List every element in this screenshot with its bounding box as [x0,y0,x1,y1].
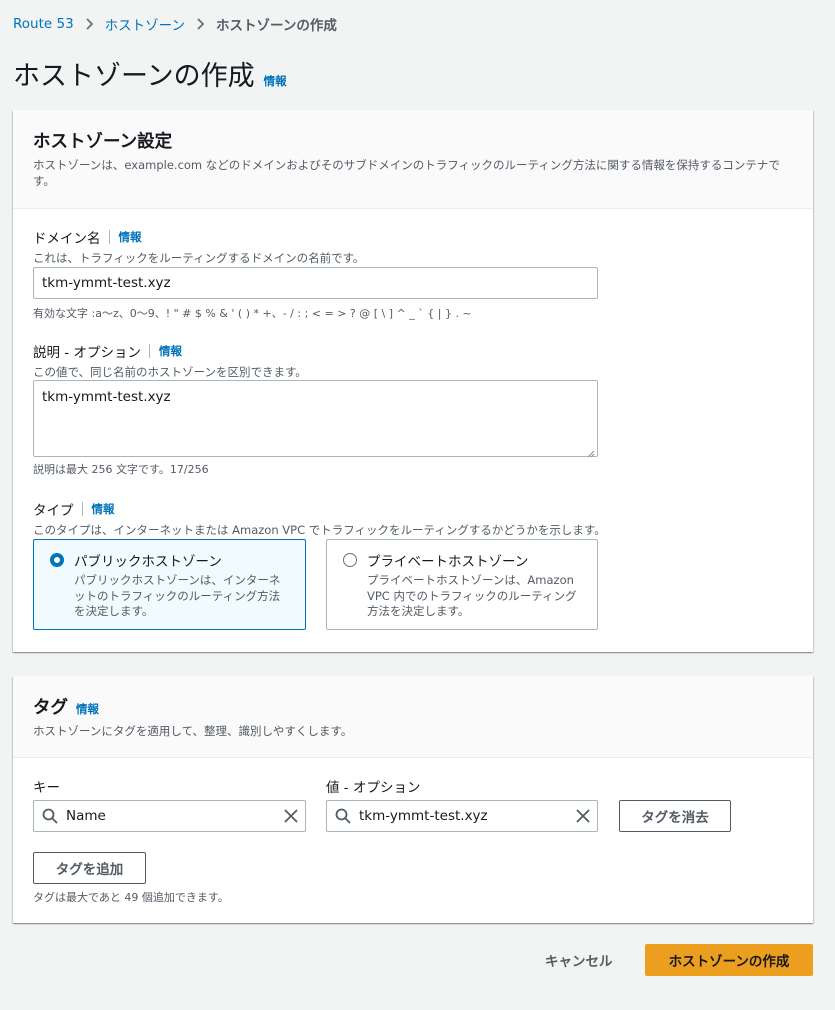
tag-value-value: tkm-ymmt-test.xyz [359,808,488,824]
type-info-link[interactable]: 情報 [92,501,115,517]
clear-icon[interactable] [283,808,299,824]
radio-public-title: パブリックホストゾーン [74,554,222,570]
breadcrumb: Route 53 ホストゾーン ホストゾーンの作成 [13,14,337,34]
create-hosted-zone-button[interactable]: ホストゾーンの作成 [645,944,813,976]
type-description: このタイプは、インターネットまたは Amazon VPC でトラフィックをルーテ… [33,523,606,537]
breadcrumb-route53-link[interactable]: Route 53 [13,16,74,32]
panel-description: ホストゾーンは、example.com などのドメインおよびそのサブドメインのト… [33,158,780,188]
tags-title: タグ [33,698,68,718]
domain-name-info-link[interactable]: 情報 [119,229,142,245]
add-tag-button[interactable]: タグを追加 [33,852,146,884]
domain-name-description: これは、トラフィックをルーティングするドメインの名前です。 [33,251,365,265]
search-icon [335,808,351,824]
tags-title-row: タグ 情報 [33,694,793,719]
page-header: ホストゾーンの作成 情報 [13,54,287,93]
domain-name-input[interactable]: tkm-ymmt-test.xyz [33,267,598,299]
tags-description: ホストゾーンにタグを適用して、整理、識別しやすくします。 [33,724,353,738]
tag-key-input[interactable]: Name [33,800,306,832]
comment-textarea-value: tkm-ymmt-test.xyz [42,389,171,405]
comment-info-link[interactable]: 情報 [159,343,182,359]
domain-name-label: ドメイン名 [33,231,101,247]
comment-description: この値で、同じ名前のホストゾーンを区別できます。 [33,365,307,379]
radio-public-hosted-zone[interactable]: パブリックホストゾーン パブリックホストゾーンは、インターネットのトラフィックの… [33,539,306,630]
radio-unselected-icon [343,553,357,567]
radio-selected-icon [50,553,64,567]
panel-header: タグ 情報 ホストゾーンにタグを適用して、整理、識別しやすくします。 [13,676,813,758]
breadcrumb-current: ホストゾーンの作成 [216,18,337,34]
type-label-row: タイプ 情報 [33,499,606,519]
radio-private-title: プライベートホストゾーン [367,554,529,570]
page-info-link[interactable]: 情報 [264,73,287,89]
domain-name-hint: 有効な文字 :a〜z、0〜9、! " # $ % & ' ( ) * +、- /… [33,307,472,320]
panel-header: ホストゾーン設定 ホストゾーンは、example.com などのドメインおよびそ… [13,110,813,209]
comment-label: 説明 - オプション [33,345,141,361]
radio-public-description: パブリックホストゾーンは、インターネットのトラフィックのルーティング方法を決定し… [74,573,281,618]
radio-private-hosted-zone[interactable]: プライベートホストゾーン プライベートホストゾーンは、Amazon VPC 内で… [326,539,598,630]
remove-tag-button[interactable]: タグを消去 [619,800,731,832]
tags-info-link[interactable]: 情報 [76,701,99,717]
chevron-right-icon [196,18,205,30]
domain-name-label-row: ドメイン名 情報 [33,227,364,247]
radio-private-description: プライベートホストゾーンは、Amazon VPC 内でのトラフィックのルーティン… [367,573,577,618]
panel-title: ホストゾーン設定 [33,132,173,152]
search-icon [42,808,58,824]
page-title: ホストゾーンの作成 [13,61,255,92]
tag-key-label: キー [33,780,60,796]
hosted-zone-config-panel: ホストゾーン設定 ホストゾーンは、example.com などのドメインおよびそ… [13,110,813,652]
divider [148,344,150,358]
comment-label-row: 説明 - オプション 情報 [33,341,307,361]
breadcrumb-hosted-zones-link[interactable]: ホストゾーン [105,14,185,34]
comment-hint: 説明は最大 256 文字です。17/256 [33,463,209,476]
divider [108,230,110,244]
divider [81,502,83,516]
resize-grip-icon[interactable] [587,446,595,458]
chevron-right-icon [85,18,94,30]
tag-key-value: Name [66,808,106,824]
cancel-button[interactable]: キャンセル [545,950,613,970]
tags-hint: タグは最大であと 49 個追加できます。 [33,891,229,904]
tag-value-label: 値 - オプション [326,780,421,796]
comment-textarea[interactable]: tkm-ymmt-test.xyz [33,380,598,458]
clear-icon[interactable] [575,808,591,824]
tag-value-input[interactable]: tkm-ymmt-test.xyz [326,800,598,832]
tags-panel: タグ 情報 ホストゾーンにタグを適用して、整理、識別しやすくします。 キー 値 … [13,676,813,923]
type-label: タイプ [33,503,74,519]
